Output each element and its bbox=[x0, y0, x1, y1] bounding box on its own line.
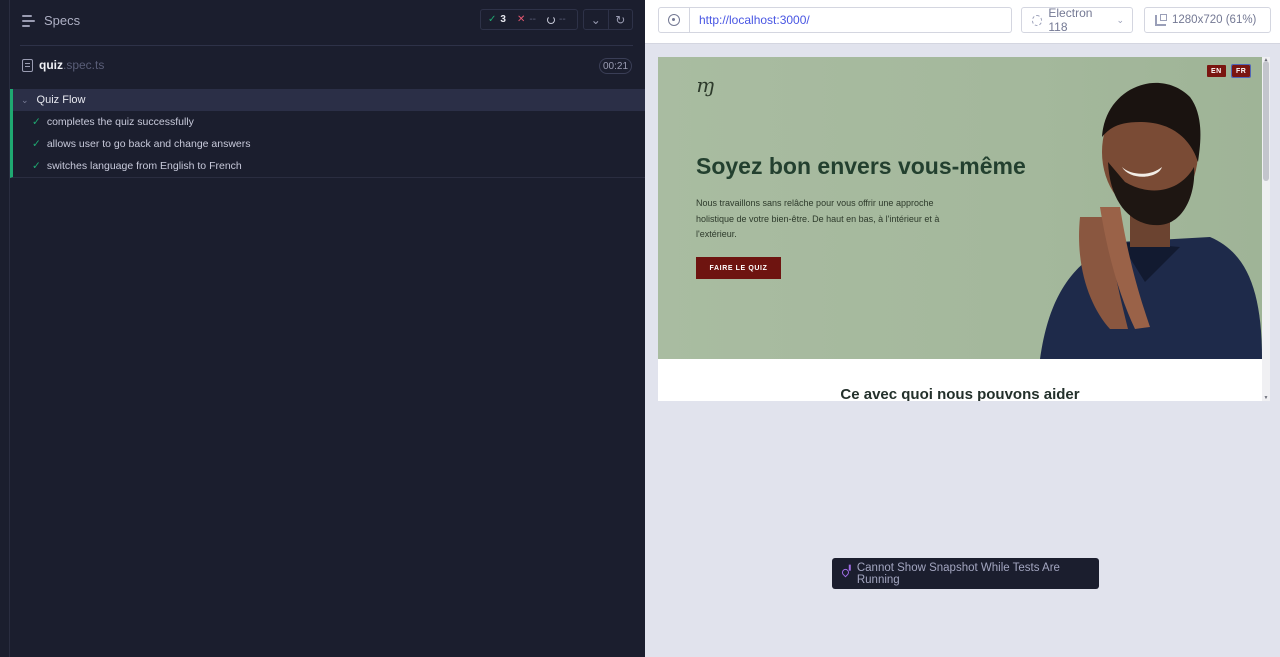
electron-icon bbox=[1032, 14, 1043, 26]
cross-icon: ✕ bbox=[516, 14, 526, 25]
snapshot-message: Cannot Show Snapshot While Tests Are Run… bbox=[856, 561, 1060, 586]
test-title: allows user to go back and change answer… bbox=[46, 138, 251, 150]
selector-playground-button[interactable] bbox=[658, 7, 690, 33]
suite-title: Quiz Flow bbox=[36, 94, 86, 106]
hero-title: Soyez bon envers vous-même bbox=[696, 153, 1026, 179]
run-controls: ⌄ ↻ bbox=[583, 9, 633, 30]
chevron-down-icon: ⌄ bbox=[1116, 14, 1124, 25]
take-quiz-button[interactable]: FAIRE LE QUIZ bbox=[696, 257, 781, 279]
hero-section: ɱ EN FR Soyez bon envers vous-même Nous … bbox=[658, 57, 1262, 359]
divider bbox=[20, 45, 633, 46]
check-icon: ✓ bbox=[32, 116, 41, 128]
test-item[interactable]: ✓ completes the quiz successfully bbox=[13, 111, 645, 133]
check-icon: ✓ bbox=[32, 138, 41, 150]
test-item[interactable]: ✓ switches language from English to Fren… bbox=[13, 155, 645, 177]
file-icon bbox=[22, 58, 33, 72]
specs-title-label: Specs bbox=[44, 13, 81, 28]
hero-photo bbox=[1040, 82, 1262, 359]
spinner-icon bbox=[547, 15, 556, 24]
test-item[interactable]: ✓ allows user to go back and change answ… bbox=[13, 133, 645, 155]
test-title: completes the quiz successfully bbox=[46, 116, 194, 128]
test-stats: ✓ 3 ✕ -- -- bbox=[480, 9, 578, 30]
check-icon: ✓ bbox=[32, 160, 41, 172]
reporter-panel: Specs ✓ 3 ✕ -- -- ⌄ ↻ quiz.spec.ts 00:21… bbox=[10, 0, 645, 657]
browser-select[interactable]: Electron 118 ⌄ bbox=[1021, 6, 1133, 34]
pin-icon bbox=[840, 567, 851, 577]
site-logo[interactable]: ɱ bbox=[696, 73, 715, 97]
snapshot-notice: Cannot Show Snapshot While Tests Are Run… bbox=[832, 558, 1099, 589]
viewport-label: 1280x720 (61%) bbox=[1172, 14, 1257, 26]
viewport-select[interactable]: 1280x720 (61%) bbox=[1144, 7, 1271, 33]
scroll-thumb[interactable] bbox=[1263, 61, 1269, 181]
test-title: switches language from English to French bbox=[46, 160, 242, 172]
spec-extension: .spec.ts bbox=[63, 58, 105, 72]
specs-list-icon bbox=[22, 14, 36, 27]
spec-file[interactable]: quiz.spec.ts bbox=[22, 58, 104, 72]
pending-stat: -- bbox=[547, 14, 566, 25]
failed-count: -- bbox=[529, 14, 537, 25]
suite-row[interactable]: ⌄ Quiz Flow bbox=[10, 89, 645, 111]
test-list: ✓ completes the quiz successfully ✓ allo… bbox=[10, 111, 645, 178]
aut-iframe[interactable]: ɱ EN FR Soyez bon envers vous-même Nous … bbox=[658, 57, 1270, 401]
chevron-down-icon: ⌄ bbox=[590, 12, 601, 27]
section-title: Ce avec quoi nous pouvons aider bbox=[840, 386, 1080, 401]
hero-text: Nous travaillons sans relâche pour vous … bbox=[696, 198, 940, 239]
refresh-icon: ↻ bbox=[615, 12, 626, 27]
iframe-scrollbar[interactable]: ▲ ▼ bbox=[1262, 57, 1270, 401]
specs-header: Specs ✓ 3 ✕ -- -- ⌄ ↻ bbox=[10, 0, 645, 45]
aut-toolbar: http://localhost:3000/ Electron 118 ⌄ 12… bbox=[645, 0, 1280, 44]
specs-toggle[interactable]: Specs bbox=[22, 13, 80, 28]
collapse-button[interactable]: ⌄ bbox=[584, 10, 609, 29]
crosshair-icon bbox=[668, 14, 680, 26]
pending-count: -- bbox=[559, 14, 566, 25]
browser-label: Electron 118 bbox=[1048, 6, 1093, 34]
check-icon: ✓ bbox=[488, 14, 497, 25]
passed-count: 3 bbox=[500, 14, 506, 25]
rerun-button[interactable]: ↻ bbox=[609, 10, 633, 29]
spec-name: quiz bbox=[39, 58, 63, 72]
failed-stat: ✕ -- bbox=[517, 14, 536, 25]
passed-stat: ✓ 3 bbox=[488, 14, 506, 25]
viewport-icon bbox=[1155, 13, 1167, 26]
app-under-test-panel: http://localhost:3000/ Electron 118 ⌄ 12… bbox=[645, 0, 1280, 657]
sidebar-strip bbox=[0, 0, 10, 657]
url-bar[interactable]: http://localhost:3000/ bbox=[689, 7, 1012, 33]
spec-duration: 00:21 bbox=[599, 58, 632, 74]
scroll-down-icon[interactable]: ▼ bbox=[1263, 395, 1269, 401]
chevron-down-icon: ⌄ bbox=[21, 94, 29, 105]
